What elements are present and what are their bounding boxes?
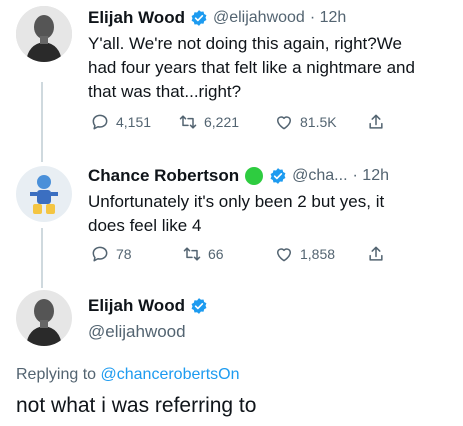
avatar-cartoon-icon [16, 166, 72, 222]
replying-to: Replying to @chancerobertsOn [16, 366, 239, 384]
focused-tweet-text: not what i was referring to [16, 394, 257, 417]
retweet-button[interactable]: 66 [182, 244, 224, 264]
verified-badge-icon [191, 10, 207, 26]
retweet-icon [179, 115, 197, 129]
like-button[interactable]: 1,858 [274, 244, 335, 264]
like-icon [277, 116, 291, 130]
share-icon [369, 114, 383, 129]
verified-badge-icon [191, 298, 207, 314]
tweet-text-line: Y'all. We're not doing this again, right… [88, 34, 402, 53]
reply-icon [92, 114, 108, 130]
tweet-text-line: that was that...right? [88, 82, 242, 101]
author-handle[interactable]: @elijahwood [88, 322, 186, 342]
like-count: 1,858 [300, 246, 336, 262]
avatar-photo-icon [16, 290, 72, 346]
avatar-elijah-wood[interactable] [16, 6, 72, 62]
author-handle[interactable]: @elijahwood [213, 9, 305, 27]
share-button[interactable] [366, 112, 386, 132]
author-name[interactable]: Elijah Wood [88, 296, 185, 316]
thread-line-1 [41, 82, 43, 162]
tweet-text-line: Unfortunately it's only been 2 but yes, … [88, 192, 385, 211]
author-handle[interactable]: @cha... [292, 167, 347, 185]
avatar-elijah-wood-focused[interactable] [16, 290, 72, 346]
tweet-time[interactable]: · 12h [310, 9, 346, 27]
reply-button[interactable]: 78 [90, 244, 132, 264]
share-icon [369, 246, 383, 261]
tweet-time[interactable]: · 12h [353, 167, 389, 185]
tweet-text: Y'all. We're not doing this again, right… [88, 32, 458, 104]
reply-icon [92, 246, 108, 262]
tweet-text: Unfortunately it's only been 2 but yes, … [88, 190, 458, 238]
green-circle-icon [245, 167, 264, 185]
verified-badge-icon [270, 168, 286, 184]
thread-line-2 [41, 228, 43, 288]
share-button[interactable] [366, 244, 386, 264]
replying-to-label: Replying to [16, 366, 97, 383]
retweet-count: 66 [208, 246, 224, 262]
replying-to-mention[interactable]: @chancerobertsOn [101, 366, 240, 383]
like-count: 81.5K [300, 114, 337, 130]
avatar-photo-icon [16, 6, 72, 62]
author-name[interactable]: Chance Robertson [88, 166, 239, 186]
retweet-icon [183, 247, 201, 261]
like-icon [277, 248, 291, 262]
tweet-text-line: had four years that felt like a nightmar… [88, 58, 415, 77]
retweet-count: 6,221 [204, 114, 240, 130]
author-name[interactable]: Elijah Wood [88, 8, 185, 28]
reply-button[interactable]: 4,151 [90, 112, 151, 132]
reply-count: 4,151 [116, 114, 152, 130]
retweet-button[interactable]: 6,221 [178, 112, 239, 132]
reply-count: 78 [116, 246, 132, 262]
avatar-chance-robertson[interactable] [16, 166, 72, 222]
tweet-text-line: does feel like 4 [88, 216, 202, 235]
like-button[interactable]: 81.5K [274, 112, 337, 132]
